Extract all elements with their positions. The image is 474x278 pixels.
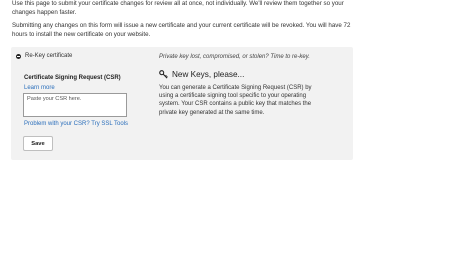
intro-paragraph-revoke: Submitting any changes on this form will… [12, 22, 351, 38]
csr-help-text: You can generate a Certificate Signing R… [159, 84, 312, 116]
intro-paragraph-review: Use this page to submit your certificate… [12, 0, 344, 16]
new-keys-heading: New Keys, please... [172, 69, 245, 79]
key-icon [159, 69, 168, 78]
csr-label: Certificate Signing Request (CSR) [24, 75, 121, 81]
new-keys-heading-row: New Keys, please... [159, 70, 319, 79]
rekey-toggle-label: Re-Key certificate [25, 53, 73, 59]
save-button[interactable]: Save [23, 136, 53, 151]
rekey-toggle[interactable]: Re-Key certificate [16, 53, 72, 59]
rekey-help-panel: Private key lost, compromised, or stolen… [159, 53, 319, 117]
intro-text: Use this page to submit your certificate… [12, 0, 352, 44]
rekey-question: Private key lost, compromised, or stolen… [159, 54, 310, 60]
learn-more-link[interactable]: Learn more [24, 85, 55, 91]
csr-input[interactable] [23, 93, 127, 117]
ssl-tools-link[interactable]: Problem with your CSR? Try SSL Tools [24, 121, 128, 127]
rekey-card: Re-Key certificate Certificate Signing R… [11, 47, 353, 160]
collapse-minus-icon[interactable] [16, 53, 21, 59]
